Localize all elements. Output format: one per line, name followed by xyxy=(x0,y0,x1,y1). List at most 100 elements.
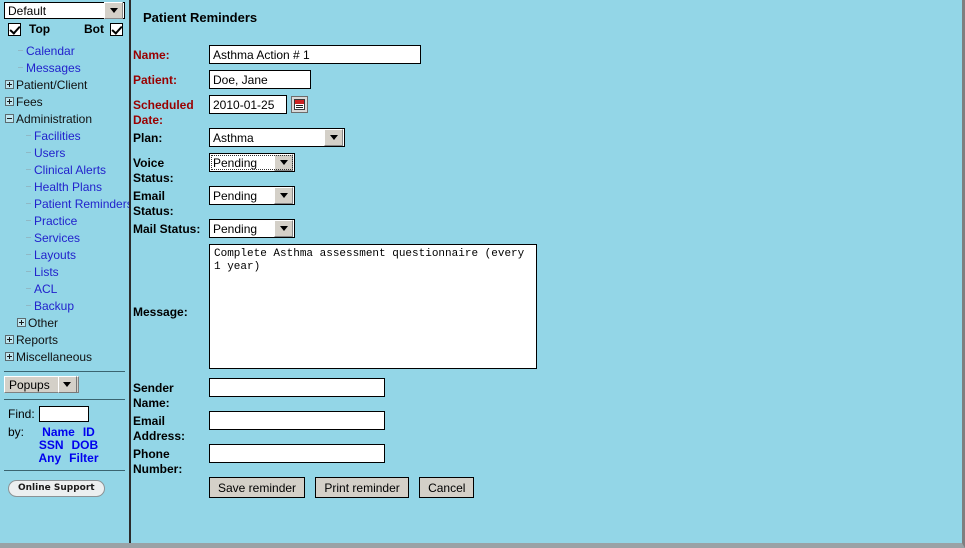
nav-item-health-plans[interactable]: Health Plans xyxy=(0,178,129,195)
voice-status-field-cell: Pending xyxy=(209,153,537,186)
layout-select[interactable]: Default xyxy=(4,2,125,19)
nav-item-other[interactable]: Other xyxy=(0,314,129,331)
email-address-input[interactable] xyxy=(209,411,385,430)
tree-leaf-dash-icon xyxy=(25,301,34,310)
find-input[interactable] xyxy=(38,406,89,422)
cancel-button[interactable]: Cancel xyxy=(419,477,475,498)
expand-icon[interactable] xyxy=(5,335,14,344)
nav-item-label: Services xyxy=(34,230,81,245)
nav-item-miscellaneous[interactable]: Miscellaneous xyxy=(0,348,129,365)
find-by-name-link[interactable]: Name xyxy=(42,425,75,439)
tree-leaf-dash-icon xyxy=(25,284,34,293)
nav-item-users[interactable]: Users xyxy=(0,144,129,161)
patient-input[interactable] xyxy=(209,70,311,89)
mail-status-label: Mail Status: xyxy=(133,222,201,236)
tree-leaf-dash-icon xyxy=(25,199,34,208)
form-row-phone-number: Phone Number: xyxy=(133,444,537,477)
chevron-down-icon xyxy=(274,187,293,204)
nav-item-label: Reports xyxy=(16,332,59,347)
message-textarea[interactable]: Complete Asthma assessment questionnaire… xyxy=(209,244,537,369)
form-row-email-status: Email Status: Pending xyxy=(133,186,537,219)
scheduled-date-field-cell xyxy=(209,95,537,128)
layout-select-row: Default xyxy=(0,0,129,19)
form-row-scheduled-date: Scheduled Date: xyxy=(133,95,537,128)
chevron-down-icon xyxy=(274,220,293,237)
expand-icon[interactable] xyxy=(17,318,26,327)
find-by-label: by: xyxy=(8,425,25,439)
nav-item-fees[interactable]: Fees xyxy=(0,93,129,110)
voice-status-select[interactable]: Pending xyxy=(209,153,295,172)
nav-item-backup[interactable]: Backup xyxy=(0,297,129,314)
calendar-icon[interactable] xyxy=(291,96,308,113)
nav-item-administration[interactable]: Administration xyxy=(0,110,129,127)
expand-icon[interactable] xyxy=(5,80,14,89)
nav-item-reports[interactable]: Reports xyxy=(0,331,129,348)
layout-select-value: Default xyxy=(8,3,47,18)
expand-icon[interactable] xyxy=(5,97,14,106)
nav-item-facilities[interactable]: Facilities xyxy=(0,127,129,144)
voice-status-label: Voice Status: xyxy=(133,156,174,185)
collapse-icon[interactable] xyxy=(5,114,14,123)
nav-item-label: Health Plans xyxy=(34,179,103,194)
sender-name-label: Sender Name: xyxy=(133,381,174,410)
nav-item-label: Backup xyxy=(34,298,75,313)
phone-number-input[interactable] xyxy=(209,444,385,463)
nav-item-label: Facilities xyxy=(34,128,81,143)
buttons-cell: Save reminder Print reminder Cancel xyxy=(209,477,537,504)
expand-icon[interactable] xyxy=(5,352,14,361)
chevron-down-icon xyxy=(274,154,293,171)
nav-item-patient-client[interactable]: Patient/Client xyxy=(0,76,129,93)
email-status-select[interactable]: Pending xyxy=(209,186,295,205)
print-reminder-button[interactable]: Print reminder xyxy=(315,477,409,498)
find-by-block: by: Name ID SSN DOB Any Filter xyxy=(0,422,129,465)
find-by-link-row: Any Filter xyxy=(30,451,129,465)
find-by-ssn-link[interactable]: SSN xyxy=(39,438,64,452)
tree-leaf-dash-icon xyxy=(25,216,34,225)
chevron-down-icon xyxy=(104,2,123,19)
nav-item-label: Calendar xyxy=(26,43,75,58)
nav-item-calendar[interactable]: Calendar xyxy=(0,42,129,59)
online-support-button[interactable]: Online Support xyxy=(8,480,105,497)
top-checkbox[interactable] xyxy=(8,22,21,36)
find-by-links: Name ID SSN DOB Any Filter xyxy=(30,425,129,465)
nav-item-messages[interactable]: Messages xyxy=(0,59,129,76)
scheduled-date-input[interactable] xyxy=(209,95,287,114)
patient-label: Patient: xyxy=(133,73,178,87)
sender-name-input[interactable] xyxy=(209,378,385,397)
plan-select-value: Asthma xyxy=(213,130,254,145)
nav-item-label: Lists xyxy=(34,264,59,279)
nav-item-clinical-alerts[interactable]: Clinical Alerts xyxy=(0,161,129,178)
name-input[interactable] xyxy=(209,45,421,64)
email-status-value: Pending xyxy=(213,188,258,203)
mail-status-select[interactable]: Pending xyxy=(209,219,295,238)
main-content: Patient Reminders Name: Patient: Schedul… xyxy=(133,0,962,543)
tree-leaf-dash-icon xyxy=(25,165,34,174)
popups-select[interactable]: Popups xyxy=(4,376,79,393)
nav-item-label: Patient Reminders xyxy=(34,196,131,211)
nav-item-label: Administration xyxy=(16,111,93,126)
nav-item-services[interactable]: Services xyxy=(0,229,129,246)
find-by-any-link[interactable]: Any xyxy=(38,451,61,465)
find-by-filter-link[interactable]: Filter xyxy=(69,451,98,465)
find-by-dob-link[interactable]: DOB xyxy=(72,438,99,452)
nav-item-label: Patient/Client xyxy=(16,77,88,92)
find-label: Find: xyxy=(8,407,35,421)
top-bot-checkbox-row: Top Bot xyxy=(0,19,129,38)
page-title: Patient Reminders xyxy=(143,10,258,25)
nav-item-label: Users xyxy=(34,145,66,160)
find-by-id-link[interactable]: ID xyxy=(83,425,95,439)
form-row-message: Message: Complete Asthma assessment ques… xyxy=(133,244,537,378)
nav-item-practice[interactable]: Practice xyxy=(0,212,129,229)
save-reminder-button[interactable]: Save reminder xyxy=(209,477,306,498)
nav-item-acl[interactable]: ACL xyxy=(0,280,129,297)
nav-item-layouts[interactable]: Layouts xyxy=(0,246,129,263)
nav-item-patient-reminders[interactable]: Patient Reminders xyxy=(0,195,129,212)
tree-leaf-dash-icon xyxy=(25,267,34,276)
nav-item-label: Practice xyxy=(34,213,78,228)
nav-item-lists[interactable]: Lists xyxy=(0,263,129,280)
chevron-down-icon xyxy=(57,376,77,393)
popups-select-value: Popups xyxy=(9,377,50,392)
tree-leaf-dash-icon xyxy=(25,233,34,242)
plan-select[interactable]: Asthma xyxy=(209,128,345,147)
bot-checkbox[interactable] xyxy=(110,22,123,36)
